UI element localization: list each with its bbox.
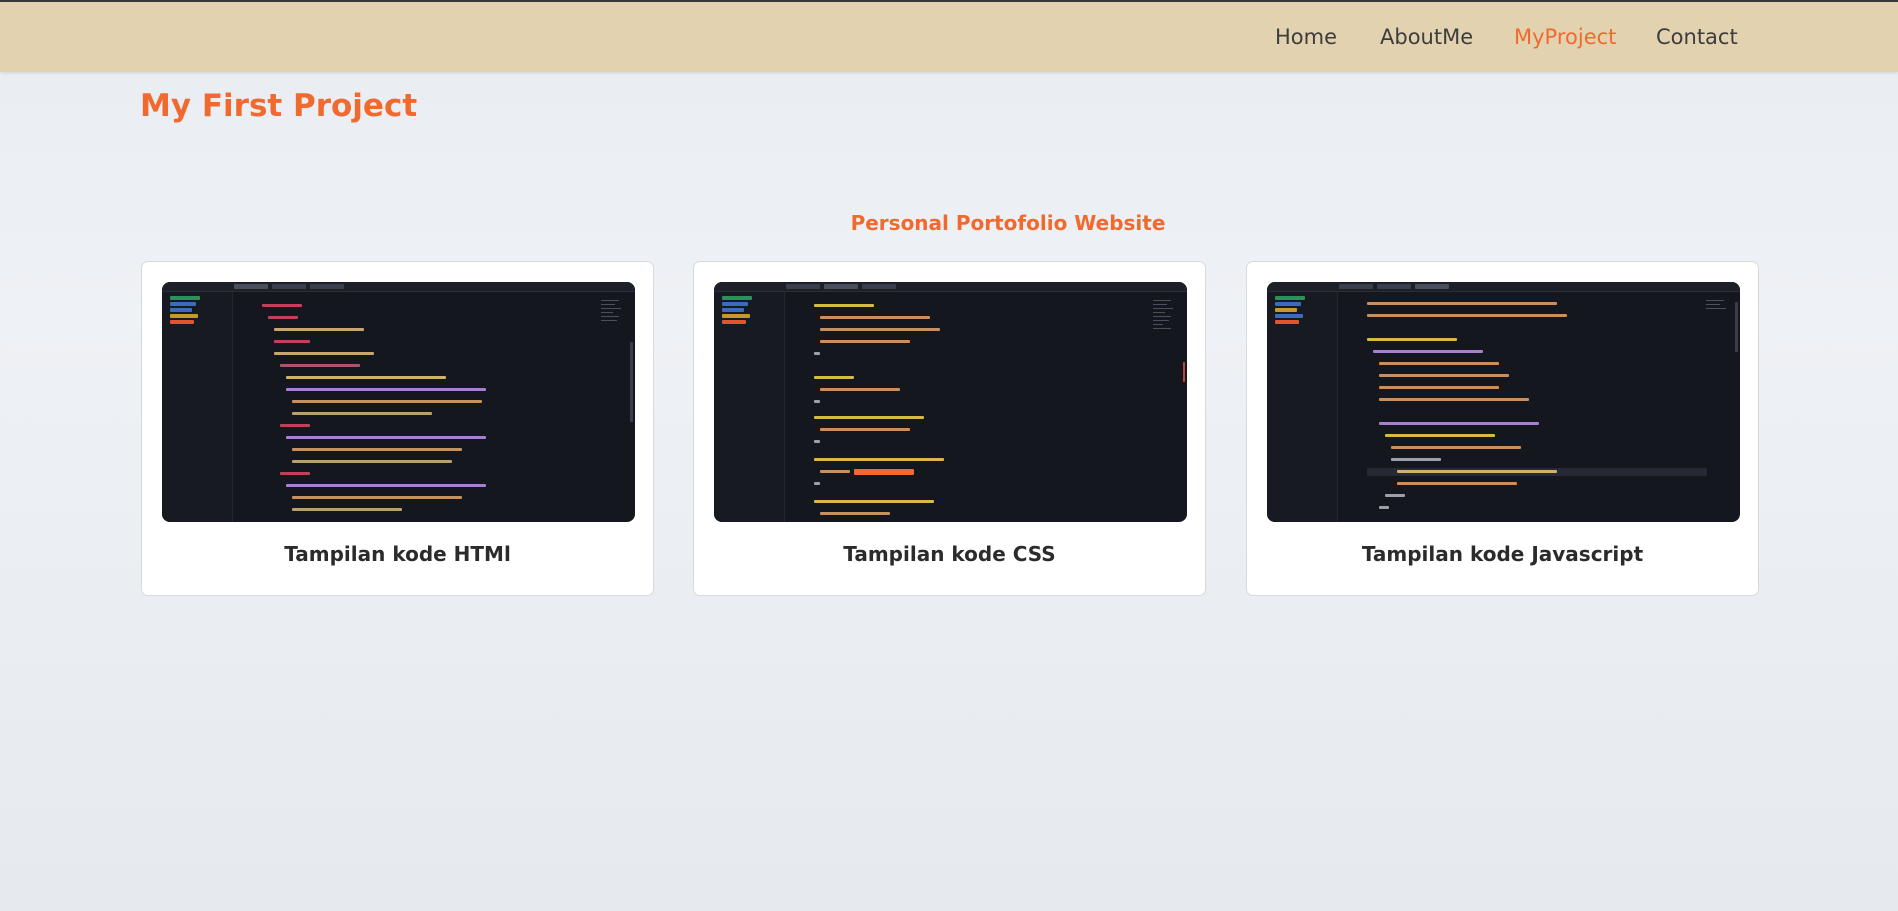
nav-link-myproject[interactable]: MyProject <box>1514 2 1616 72</box>
javascript-code-screenshot <box>1267 282 1740 522</box>
card-caption-javascript: Tampilan kode Javascript <box>1361 542 1644 566</box>
page-title: My First Project <box>140 88 418 124</box>
project-card-html[interactable]: Tampilan kode HTMl <box>141 261 654 596</box>
nav-link-aboutme[interactable]: AboutMe <box>1380 2 1473 72</box>
navbar: Home AboutMe MyProject Contact <box>0 2 1898 72</box>
section-title: Personal Portofolio Website <box>850 211 1166 235</box>
card-caption-css: Tampilan kode CSS <box>843 542 1056 566</box>
nav-link-contact[interactable]: Contact <box>1656 2 1738 72</box>
css-code-screenshot <box>714 282 1187 522</box>
nav-link-home[interactable]: Home <box>1275 2 1337 72</box>
project-card-javascript[interactable]: Tampilan kode Javascript <box>1246 261 1759 596</box>
card-caption-html: Tampilan kode HTMl <box>284 542 511 566</box>
html-code-screenshot <box>162 282 635 522</box>
project-card-css[interactable]: Tampilan kode CSS <box>693 261 1206 596</box>
